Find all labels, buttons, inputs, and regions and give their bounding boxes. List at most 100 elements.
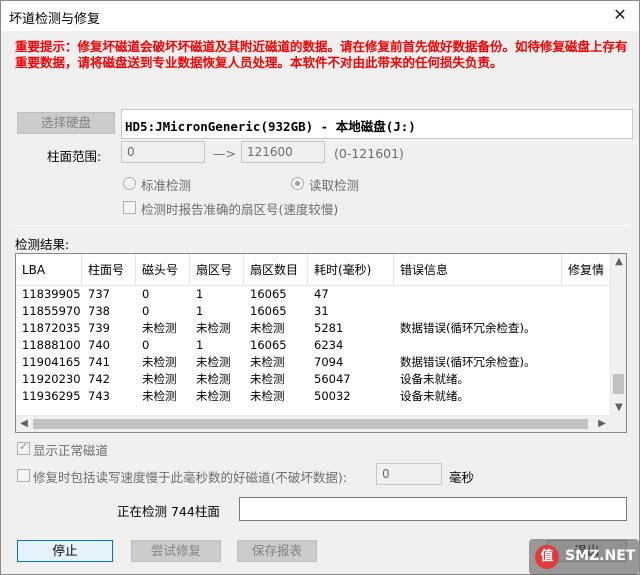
table-row[interactable]: 11839905 737 0 1 16065 47 [16,286,612,303]
cell-time: 31 [314,304,329,318]
cell-sector-count: 16065 [250,338,287,352]
cell-lba: 11920230 [22,372,81,386]
cell-lba: 11872035 [22,321,81,335]
results-list[interactable]: LBA 柱面号 磁头号 扇区号 扇区数目 耗时(毫秒) 错误信息 修复情 118… [15,253,627,433]
cell-error [394,337,562,354]
cell-time: 7094 [314,355,344,369]
cell-sector: 1 [196,338,204,352]
cell-sector-count: 未检测 [250,372,285,386]
scroll-right-icon[interactable]: ▶ [594,416,610,432]
title-bar: 坏道检测与修复 ✕ [1,1,639,31]
range-arrow: —> [213,146,236,161]
scroll-corner [610,415,626,432]
watermark-text: SMZ.NET [565,548,636,564]
col-sector-count[interactable]: 扇区数目 [244,254,308,286]
cell-time: 50032 [314,389,351,403]
cell-head: 未检测 [142,355,177,369]
vertical-scroll-thumb[interactable] [613,374,624,394]
cell-cylinder: 741 [88,355,110,369]
col-cylinder[interactable]: 柱面号 [82,254,136,286]
status-text: 正在检测 744柱面 [117,504,220,519]
report-sector-checkbox[interactable] [123,201,136,214]
col-head[interactable]: 磁头号 [136,254,190,286]
scroll-left-icon[interactable]: ◀ [16,416,32,432]
cell-sector-count: 未检测 [250,321,285,335]
col-lba[interactable]: LBA [16,254,82,286]
watermark-logo-icon: 值 [535,545,559,569]
cell-head: 未检测 [142,321,177,335]
cell-sector: 1 [196,304,204,318]
watermark: 值 SMZ.NET [529,539,639,575]
cell-cylinder: 739 [88,321,110,335]
cell-lba: 11839905 [22,287,81,301]
standard-check-label: 标准检测 [141,178,192,193]
cell-sector-count: 16065 [250,304,287,318]
select-disk-button[interactable]: 选择硬盘 [17,112,115,134]
save-report-button[interactable]: 保存报表 [237,540,317,562]
read-check-radio[interactable] [291,177,304,190]
cell-lba: 11888100 [22,338,81,352]
cylinder-range-label: 柱面范围: [47,149,102,164]
separator [11,225,631,226]
cell-head: 0 [142,287,150,301]
table-row[interactable]: 11872035 739 未检测 未检测 未检测 5281 数据错误(循环冗余检… [16,320,612,337]
cell-time: 47 [314,287,329,301]
cylinder-to-input[interactable]: 121600 [241,141,325,163]
horizontal-scroll-thumb[interactable] [33,419,588,429]
window-title: 坏道检测与修复 [9,12,101,27]
cell-head: 0 [142,338,150,352]
cell-cylinder: 737 [88,287,110,301]
cell-cylinder: 742 [88,372,110,386]
cell-error [394,303,562,320]
cell-sector: 1 [196,287,204,301]
cell-sector-count: 未检测 [250,355,285,369]
col-error[interactable]: 错误信息 [394,254,562,286]
cell-error: 数据错误(循环冗余检查)。 [400,355,536,369]
try-repair-button[interactable]: 尝试修复 [131,540,221,562]
cell-lba: 11855970 [22,304,81,318]
cell-cylinder: 738 [88,304,110,318]
cell-sector-count: 16065 [250,287,287,301]
cell-time: 5281 [314,321,344,335]
cell-error [394,286,562,303]
cell-sector: 未检测 [196,372,231,386]
scroll-down-icon[interactable]: ▼ [611,400,626,416]
disk-name: HD5:JMicronGeneric(932GB) - 本地磁盘(J:) [125,119,416,134]
scroll-up-icon[interactable]: ▲ [611,254,626,270]
horizontal-scrollbar[interactable]: ◀ ▶ [16,415,612,432]
cell-sector: 未检测 [196,321,231,335]
cell-error: 设备未就绪。 [400,372,469,386]
cell-lba: 11904165 [22,355,81,369]
cell-cylinder: 743 [88,389,110,403]
standard-check-radio[interactable] [123,177,136,190]
vertical-scrollbar[interactable]: ▲ ▼ [610,254,626,416]
cylinder-range-hint: (0-121601) [334,146,404,161]
cylinder-from-input[interactable]: 0 [121,141,205,163]
table-row[interactable]: 11920230 742 未检测 未检测 未检测 56047 设备未就绪。 [16,371,612,388]
cell-lba: 11936295 [22,389,81,403]
results-header: LBA 柱面号 磁头号 扇区号 扇区数目 耗时(毫秒) 错误信息 修复情 [16,254,622,286]
cell-cylinder: 740 [88,338,110,352]
col-time[interactable]: 耗时(毫秒) [308,254,394,286]
table-row[interactable]: 11904165 741 未检测 未检测 未检测 7094 数据错误(循环冗余检… [16,354,612,371]
col-sector[interactable]: 扇区号 [190,254,244,286]
close-icon[interactable]: ✕ [607,3,633,27]
cell-sector: 未检测 [196,389,231,403]
table-row[interactable]: 11936295 743 未检测 未检测 未检测 50032 设备未就绪。 [16,388,612,405]
repair-slow-checkbox[interactable] [17,469,30,482]
cell-error: 数据错误(循环冗余检查)。 [400,321,536,335]
stop-button[interactable]: 停止 [17,540,113,562]
cell-head: 未检测 [142,389,177,403]
show-normal-checkbox[interactable] [17,440,30,455]
cell-time: 6234 [314,338,344,352]
slow-ms-input[interactable]: 0 [376,463,442,485]
warning-text: 重要提示：修复坏磁道会破坏坏磁道及其附近磁道的数据。请在修复前首先做好数据备份。… [15,39,628,70]
cell-sector-count: 未检测 [250,389,285,403]
repair-slow-label: 修复时包括读写速度慢于此毫秒数的好磁道(不破坏数据): [33,470,347,485]
cell-sector: 未检测 [196,355,231,369]
show-normal-label: 显示正常磁道 [33,443,109,458]
table-row[interactable]: 11855970 738 0 1 16065 31 [16,303,612,320]
cell-head: 0 [142,304,150,318]
table-row[interactable]: 11888100 740 0 1 16065 6234 [16,337,612,354]
cell-head: 未检测 [142,372,177,386]
